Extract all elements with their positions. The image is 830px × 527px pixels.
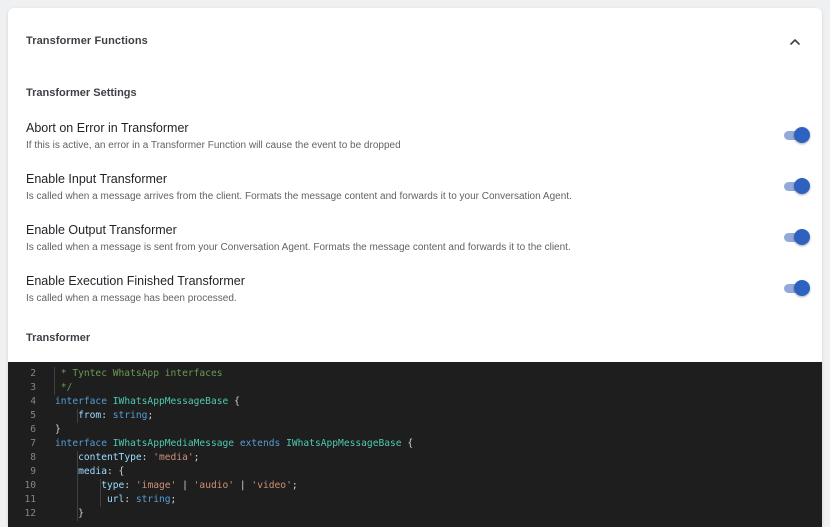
- code-token: 'image': [135, 480, 177, 491]
- code-token: string: [112, 410, 148, 421]
- code-line: 5 from: string;: [8, 409, 822, 423]
- setting-description-input-transformer: Is called when a message arrives from th…: [26, 191, 572, 202]
- code-text: }: [55, 423, 61, 437]
- code-line: 11 url: string;: [8, 493, 822, 507]
- setting-label-execution-finished-transformer: Enable Execution Finished Transformer: [26, 274, 245, 288]
- code-token: |: [234, 480, 252, 491]
- setting-label-output-transformer: Enable Output Transformer: [26, 223, 177, 237]
- transformer-heading: Transformer: [26, 332, 91, 344]
- code-token: ;: [193, 452, 200, 463]
- code-token: ;: [291, 480, 298, 491]
- code-token: :: [124, 480, 136, 491]
- code-line: 6}: [8, 423, 822, 437]
- code-line: 4 interface IWhatsAppMessageBase {: [8, 395, 822, 409]
- code-token: :: [141, 452, 154, 463]
- code-text: interface IWhatsAppMessageBase {: [55, 395, 240, 409]
- line-number: 6: [30, 424, 36, 435]
- code-token: |: [176, 480, 194, 491]
- toggle-input-transformer[interactable]: [782, 178, 810, 194]
- code-text: * Tyntec WhatsApp interfaces: [55, 367, 223, 381]
- setting-description-output-transformer: Is called when a message is sent from yo…: [26, 242, 571, 253]
- code-token: */: [55, 382, 73, 393]
- line-number: 10: [24, 480, 36, 491]
- code-token: 'media': [153, 452, 194, 463]
- code-token: : {: [107, 466, 125, 477]
- line-number: 12: [24, 508, 36, 519]
- code-text: }: [55, 507, 84, 521]
- code-token: {: [228, 396, 240, 407]
- code-token: :: [101, 410, 113, 421]
- toggle-thumb: [794, 178, 810, 194]
- code-line: 3 */: [8, 381, 822, 395]
- code-token: {: [401, 438, 414, 449]
- code-token: media: [78, 466, 107, 477]
- setting-label-abort-on-error: Abort on Error in Transformer: [26, 121, 189, 135]
- transformer-settings-heading: Transformer Settings: [26, 87, 137, 99]
- code-token: url: [106, 494, 125, 505]
- code-token: string: [135, 494, 171, 505]
- setting-description-execution-finished-transformer: Is called when a message has been proces…: [26, 293, 237, 304]
- toggle-execution-finished-transformer[interactable]: [782, 280, 810, 296]
- code-token: type: [101, 480, 125, 491]
- line-number: 3: [30, 382, 36, 393]
- code-token: IWhatsAppMediaMessage: [112, 438, 235, 449]
- setting-label-input-transformer: Enable Input Transformer: [26, 172, 168, 186]
- code-editor[interactable]: 2 * Tyntec WhatsApp interfaces 3 */4 inter…: [8, 362, 822, 527]
- toggle-thumb: [794, 280, 810, 296]
- code-token: interface: [55, 396, 107, 407]
- code-token: 'audio': [193, 480, 235, 491]
- panel-header[interactable]: Transformer Functions: [8, 8, 822, 74]
- code-line: 8 contentType: 'media';: [8, 451, 822, 465]
- code-token: contentType: [78, 452, 142, 463]
- code-line: 9 media: {: [8, 465, 822, 479]
- line-number: 2: [30, 368, 36, 379]
- code-text: media: {: [55, 465, 124, 479]
- line-number: 11: [24, 494, 36, 505]
- code-token: IWhatsAppMessageBase: [112, 396, 229, 407]
- code-token: 'video': [251, 480, 292, 491]
- code-token: }: [55, 424, 61, 435]
- code-line: 7 interface IWhatsAppMediaMessage extends…: [8, 437, 822, 451]
- code-token: ;: [170, 494, 177, 505]
- code-token: }: [55, 508, 84, 519]
- code-token: IWhatsAppMessageBase: [286, 438, 402, 449]
- code-text: from: string;: [55, 409, 153, 423]
- line-number: 9: [30, 466, 36, 477]
- code-text: contentType: 'media';: [55, 451, 199, 465]
- toggle-thumb: [794, 127, 810, 143]
- code-line: 12 }: [8, 507, 822, 521]
- line-number: 4: [30, 396, 36, 407]
- toggle-thumb: [794, 229, 810, 245]
- code-text: url: string;: [55, 493, 176, 507]
- line-number: 8: [30, 452, 36, 463]
- code-text: interface IWhatsAppMediaMessage extends …: [55, 437, 413, 451]
- panel-title: Transformer Functions: [26, 35, 148, 47]
- code-token: :: [124, 494, 136, 505]
- toggle-output-transformer[interactable]: [782, 229, 810, 245]
- line-number: 7: [30, 438, 36, 449]
- code-token: * Tyntec WhatsApp interfaces: [55, 368, 223, 379]
- code-token: ;: [147, 410, 154, 421]
- code-line: 10 type: 'image' | 'audio' | 'video';: [8, 479, 822, 493]
- toggle-abort-on-error[interactable]: [782, 127, 810, 143]
- code-token: extends: [239, 438, 281, 449]
- chevron-up-icon[interactable]: [788, 35, 802, 49]
- line-number: 5: [30, 410, 36, 421]
- transformer-functions-panel: Transformer Functions Transformer Settin…: [8, 8, 822, 527]
- code-text: type: 'image' | 'audio' | 'video';: [55, 479, 298, 493]
- setting-description-abort-on-error: If this is active, an error in a Transfo…: [26, 140, 401, 151]
- code-text: */: [55, 381, 73, 395]
- code-token: interface: [55, 438, 107, 449]
- code-line: 2 * Tyntec WhatsApp interfaces: [8, 367, 822, 381]
- code-token: from: [78, 410, 102, 421]
